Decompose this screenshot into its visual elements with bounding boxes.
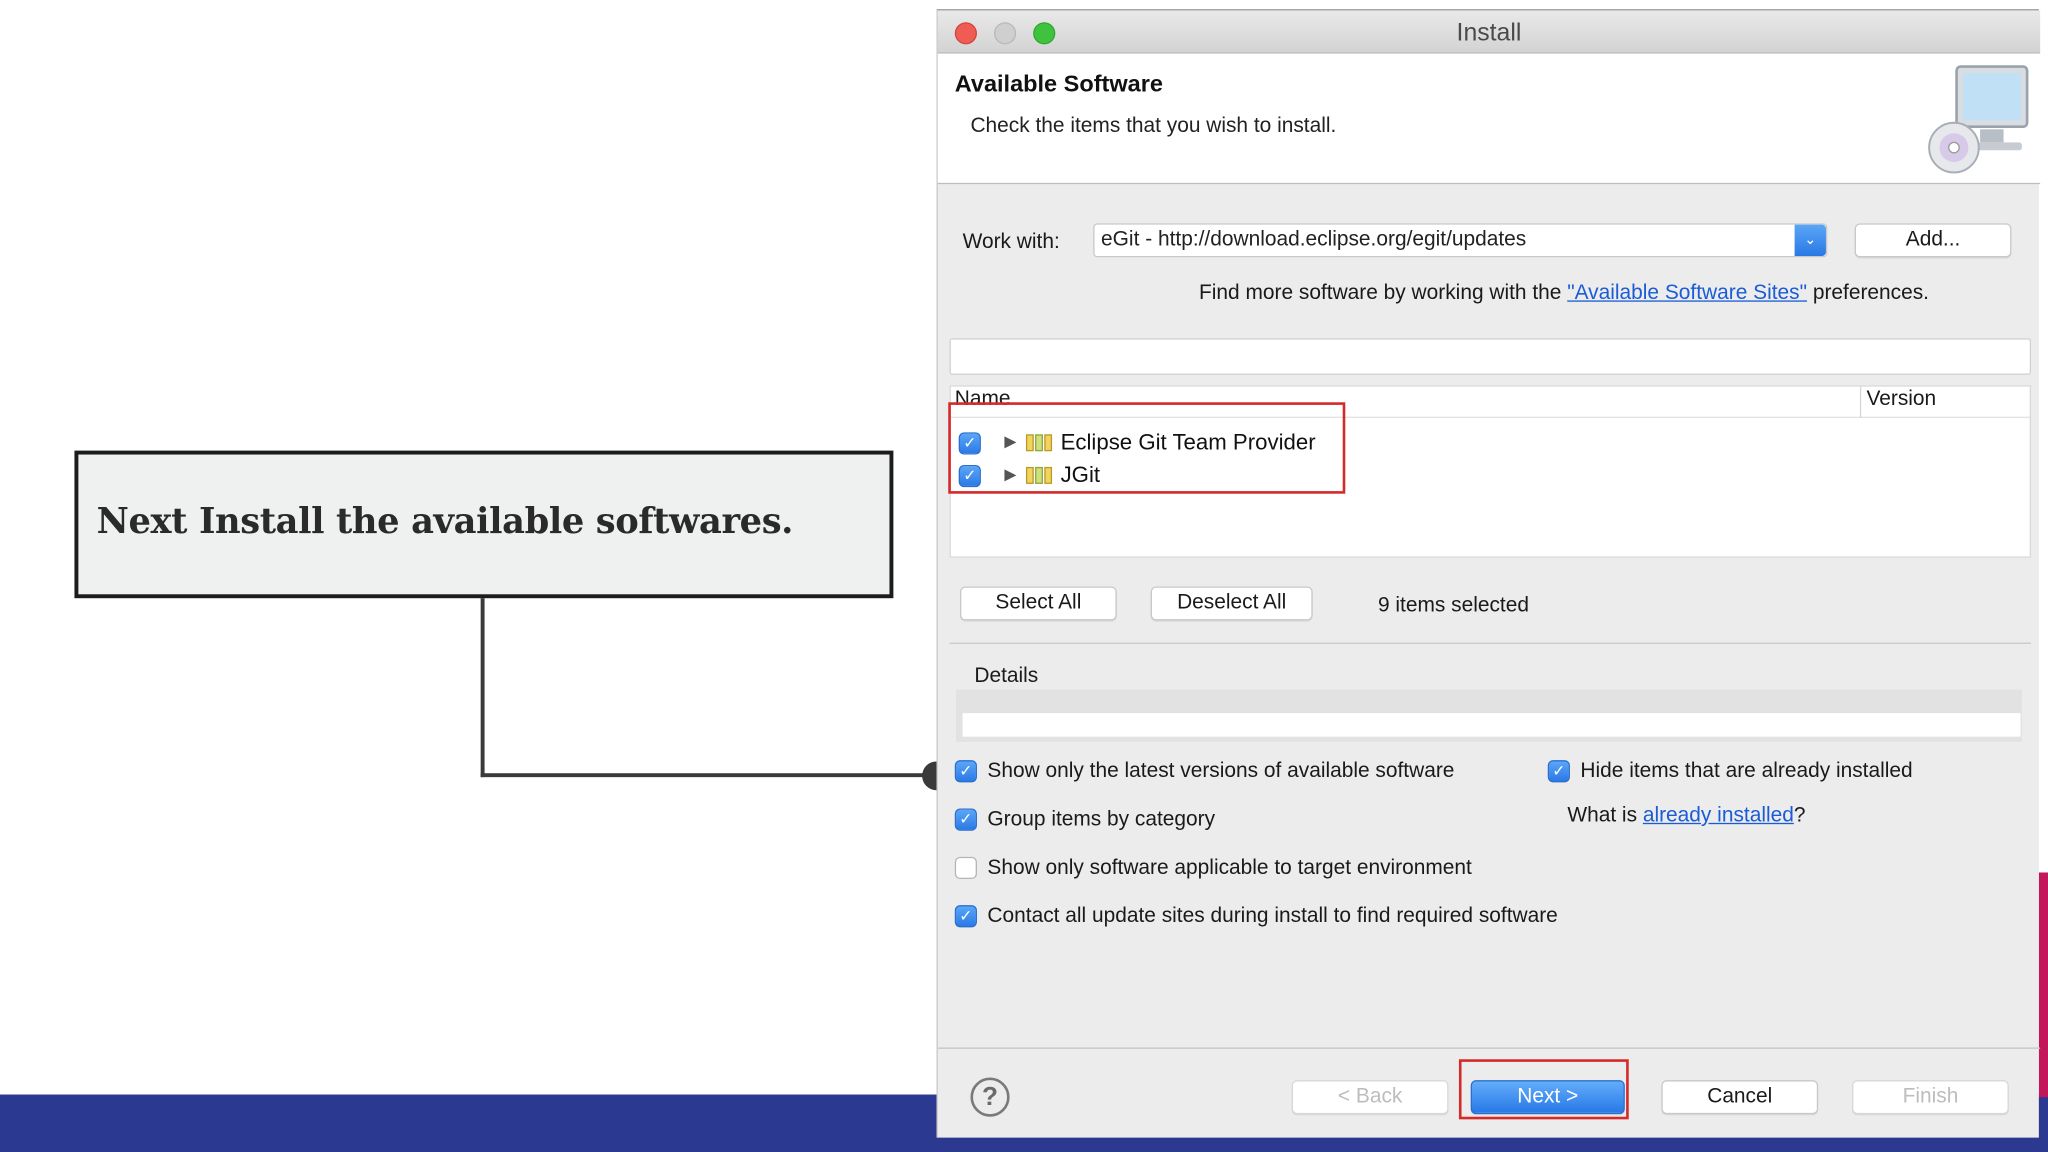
work-with-value: eGit - http://download.eclipse.org/egit/… (1101, 228, 1527, 251)
section-divider (949, 642, 2032, 644)
items-selected-count: 9 items selected (1377, 594, 1529, 617)
checkbox-checked-icon[interactable]: ✓ (954, 808, 977, 831)
available-sites-link[interactable]: "Available Software Sites" (1567, 282, 1807, 304)
target-environment-option[interactable]: Show only software applicable to target … (987, 857, 1471, 881)
install-monitor-icon (1928, 65, 2029, 174)
footer-divider (937, 1047, 2041, 1049)
checkbox-checked-icon[interactable]: ✓ (954, 905, 977, 928)
selection-highlight-box (948, 402, 1346, 494)
work-with-label: Work with: (962, 231, 1060, 254)
find-more-suffix: preferences. (1807, 282, 1929, 305)
callout-box: Next Install the available softwares. (74, 450, 894, 599)
what-is-prefix: What is (1567, 804, 1643, 827)
wizard-header: Available Software Check the items that … (937, 53, 2041, 185)
deselect-all-button[interactable]: Deselect All (1150, 586, 1313, 621)
next-highlight-box (1458, 1059, 1629, 1120)
what-is-suffix: ? (1793, 804, 1806, 827)
checkbox-unchecked-icon[interactable] (954, 856, 977, 880)
details-text-area[interactable] (962, 713, 2021, 737)
slide-right-accent (2038, 872, 2048, 1098)
latest-versions-option[interactable]: Show only the latest versions of availab… (987, 760, 1454, 784)
column-divider (1859, 386, 1862, 418)
add-site-button[interactable]: Add... (1854, 223, 2012, 258)
callout-text: Next Install the available softwares. (96, 501, 794, 543)
checkbox-checked-icon[interactable]: ✓ (1547, 760, 1570, 783)
connector-line-vertical (480, 598, 485, 778)
work-with-combo[interactable]: eGit - http://download.eclipse.org/egit/… (1093, 223, 1828, 258)
cancel-button[interactable]: Cancel (1661, 1080, 1819, 1115)
page-title: Available Software (954, 70, 1163, 97)
column-version-header[interactable]: Version (1866, 388, 1936, 412)
window-title: Install (1456, 19, 1522, 48)
title-bar: Install (937, 10, 2041, 54)
back-button[interactable]: < Back (1291, 1080, 1449, 1115)
page-subtitle: Check the items that you wish to install… (970, 114, 1337, 138)
contact-update-sites-option[interactable]: Contact all update sites during install … (987, 905, 1557, 929)
details-label: Details (974, 664, 1039, 688)
checkbox-checked-icon[interactable]: ✓ (954, 760, 977, 783)
help-icon[interactable]: ? (970, 1077, 1010, 1117)
find-more-prefix: Find more software by working with the (1199, 282, 1568, 305)
group-by-category-option[interactable]: Group items by category (987, 808, 1215, 832)
what-is-installed-text: What is already installed? (1567, 805, 1805, 829)
hide-installed-option[interactable]: Hide items that are already installed (1580, 760, 1912, 784)
select-all-button[interactable]: Select All (959, 586, 1117, 621)
chevron-down-icon[interactable]: ⌄ (1794, 224, 1826, 256)
find-more-text: Find more software by working with the "… (1199, 282, 1929, 306)
finish-button[interactable]: Finish (1852, 1080, 2009, 1115)
install-dialog: Install Available Software Check the ite… (936, 9, 2041, 1138)
already-installed-link[interactable]: already installed (1643, 805, 1794, 827)
connector-line-horizontal (480, 773, 925, 778)
filter-input[interactable] (949, 338, 2032, 375)
